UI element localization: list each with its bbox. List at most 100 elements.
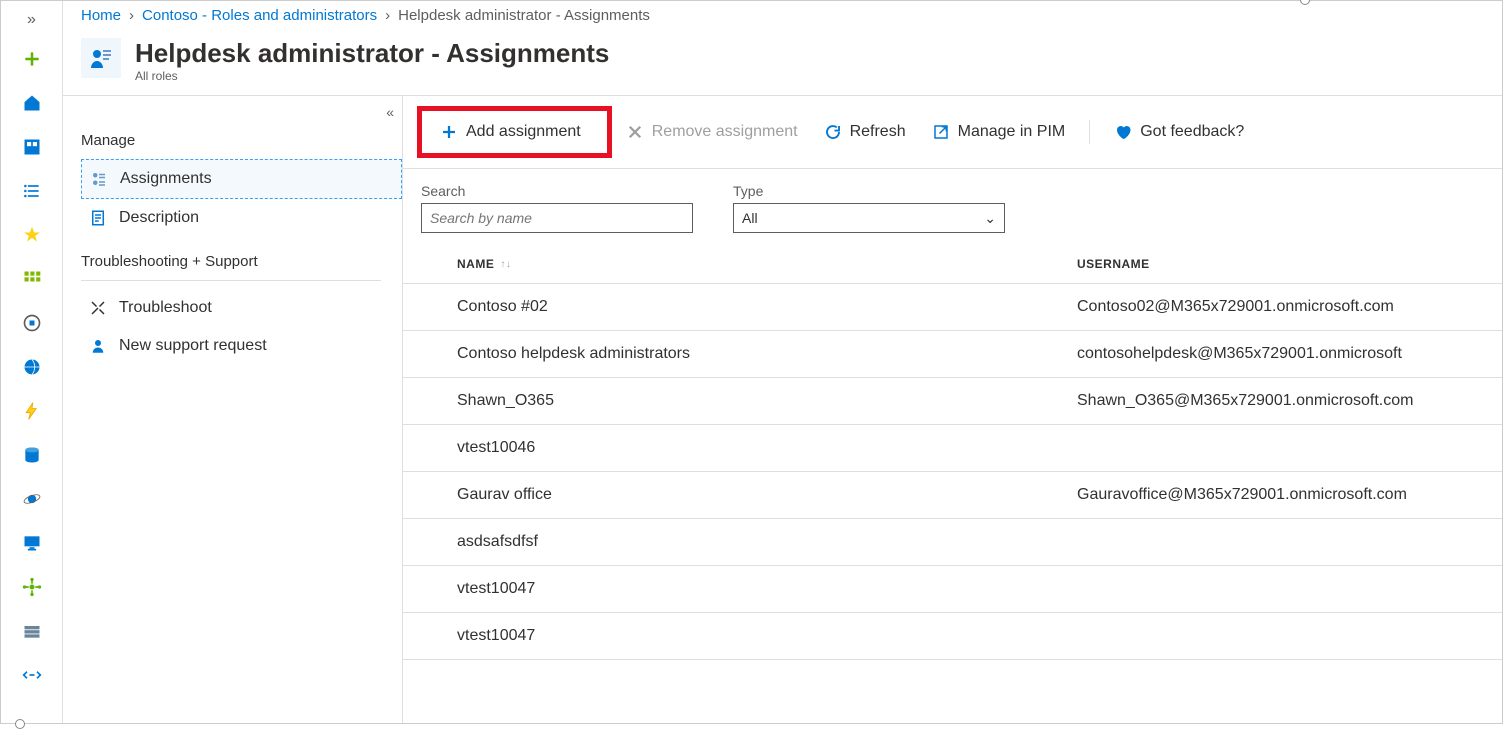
support-icon bbox=[89, 337, 107, 355]
manage-pim-button[interactable]: Manage in PIM bbox=[920, 117, 1078, 147]
cell-username: Shawn_O365@M365x729001.onmicrosoft.com bbox=[1077, 392, 1484, 410]
search-input[interactable] bbox=[421, 203, 693, 233]
breadcrumb-separator: › bbox=[385, 7, 390, 24]
rail-vm-icon[interactable] bbox=[14, 529, 50, 557]
menu-label: Assignments bbox=[120, 170, 212, 188]
table-row[interactable]: Contoso helpdesk administratorscontosohe… bbox=[403, 331, 1502, 378]
menu-label: Troubleshoot bbox=[119, 299, 212, 317]
page-title: Helpdesk administrator - Assignments bbox=[135, 38, 609, 69]
left-nav-rail: » bbox=[1, 1, 63, 723]
menu-item-new-support[interactable]: New support request bbox=[81, 327, 402, 365]
cell-username: contosohelpdesk@M365x729001.onmicrosoft bbox=[1077, 345, 1484, 363]
content-pane: Add assignment Remove assignment Refresh… bbox=[403, 96, 1502, 723]
rail-expand-icon[interactable]: » bbox=[27, 11, 36, 29]
sort-icon[interactable]: ↑↓ bbox=[500, 259, 511, 270]
filter-bar: Search Type All ⌄ bbox=[403, 169, 1502, 241]
cell-name: vtest10046 bbox=[457, 439, 1077, 457]
cell-username bbox=[1077, 580, 1484, 598]
remove-assignment-button[interactable]: Remove assignment bbox=[614, 117, 810, 147]
menu-label: New support request bbox=[119, 337, 267, 355]
cell-name: vtest10047 bbox=[457, 580, 1077, 598]
type-select[interactable]: All ⌄ bbox=[733, 203, 1005, 233]
button-label: Refresh bbox=[850, 123, 906, 141]
rail-all-resources-icon[interactable] bbox=[14, 265, 50, 293]
rail-create-icon[interactable] bbox=[14, 45, 50, 73]
page-subtitle: All roles bbox=[135, 69, 609, 83]
rail-home-icon[interactable] bbox=[14, 89, 50, 117]
rail-list-icon[interactable] bbox=[14, 177, 50, 205]
table-row[interactable]: vtest10047 bbox=[403, 566, 1502, 613]
cell-username bbox=[1077, 627, 1484, 645]
menu-item-description[interactable]: Description bbox=[81, 199, 402, 237]
rail-storage-icon[interactable] bbox=[14, 617, 50, 645]
window-resize-handle-bottom[interactable] bbox=[15, 719, 25, 729]
chevron-down-icon: ⌄ bbox=[984, 210, 996, 227]
plus-icon bbox=[440, 123, 458, 141]
breadcrumb-roles[interactable]: Contoso - Roles and administrators bbox=[142, 7, 377, 24]
description-icon bbox=[89, 209, 107, 227]
type-label: Type bbox=[733, 183, 1005, 199]
command-bar: Add assignment Remove assignment Refresh… bbox=[403, 96, 1502, 169]
menu-heading-manage: Manage bbox=[81, 132, 402, 149]
cell-name: Shawn_O365 bbox=[457, 392, 1077, 410]
search-label: Search bbox=[421, 183, 693, 199]
table-row[interactable]: Contoso #02Contoso02@M365x729001.onmicro… bbox=[403, 284, 1502, 331]
menu-item-assignments[interactable]: Assignments bbox=[81, 159, 402, 199]
rail-load-balancer-icon[interactable] bbox=[14, 573, 50, 601]
refresh-icon bbox=[824, 123, 842, 141]
x-icon bbox=[626, 123, 644, 141]
rail-app-services-icon[interactable] bbox=[14, 353, 50, 381]
type-value: All bbox=[742, 210, 758, 226]
menu-label: Description bbox=[119, 209, 199, 227]
tools-icon bbox=[89, 299, 107, 317]
rail-favorites-icon[interactable] bbox=[14, 221, 50, 249]
button-label: Add assignment bbox=[466, 123, 581, 141]
cell-name: Gaurav office bbox=[457, 486, 1077, 504]
heart-icon bbox=[1114, 123, 1132, 141]
cell-name: asdsafsdfsf bbox=[457, 533, 1077, 551]
rail-sql-icon[interactable] bbox=[14, 441, 50, 469]
button-label: Remove assignment bbox=[652, 123, 798, 141]
page-header: Helpdesk administrator - Assignments All… bbox=[63, 30, 1502, 96]
table-header-row: NAME ↑↓ USERNAME bbox=[403, 241, 1502, 284]
cell-username: Gauravoffice@M365x729001.onmicrosoft.com bbox=[1077, 486, 1484, 504]
toolbar-separator bbox=[1089, 120, 1090, 144]
rail-functions-icon[interactable] bbox=[14, 397, 50, 425]
rail-network-icon[interactable] bbox=[14, 661, 50, 689]
resource-menu: « Manage Assignments Description Trouble… bbox=[63, 96, 403, 723]
cell-name: vtest10047 bbox=[457, 627, 1077, 645]
breadcrumb-separator: › bbox=[129, 7, 134, 24]
menu-collapse-icon[interactable]: « bbox=[386, 104, 394, 120]
breadcrumb-current: Helpdesk administrator - Assignments bbox=[398, 7, 650, 24]
cell-name: Contoso #02 bbox=[457, 298, 1077, 316]
col-header-username[interactable]: USERNAME bbox=[1077, 257, 1484, 271]
refresh-button[interactable]: Refresh bbox=[812, 117, 918, 147]
table-row[interactable]: asdsafsdfsf bbox=[403, 519, 1502, 566]
feedback-button[interactable]: Got feedback? bbox=[1102, 117, 1256, 147]
assignments-icon bbox=[90, 170, 108, 188]
cell-username bbox=[1077, 439, 1484, 457]
cell-username: Contoso02@M365x729001.onmicrosoft.com bbox=[1077, 298, 1484, 316]
table-row[interactable]: Shawn_O365Shawn_O365@M365x729001.onmicro… bbox=[403, 378, 1502, 425]
table-row[interactable]: vtest10046 bbox=[403, 425, 1502, 472]
breadcrumb: Home › Contoso - Roles and administrator… bbox=[63, 1, 1502, 30]
add-assignment-button[interactable]: Add assignment bbox=[428, 117, 593, 147]
highlight-box: Add assignment bbox=[417, 106, 612, 158]
menu-heading-troubleshoot: Troubleshooting + Support bbox=[81, 253, 402, 270]
menu-divider bbox=[81, 280, 381, 281]
table-row[interactable]: vtest10047 bbox=[403, 613, 1502, 660]
cell-username bbox=[1077, 533, 1484, 551]
rail-resource-groups-icon[interactable] bbox=[14, 309, 50, 337]
menu-item-troubleshoot[interactable]: Troubleshoot bbox=[81, 289, 402, 327]
button-label: Got feedback? bbox=[1140, 123, 1244, 141]
col-header-name[interactable]: NAME bbox=[457, 257, 494, 271]
external-link-icon bbox=[932, 123, 950, 141]
table-row[interactable]: Gaurav officeGauravoffice@M365x729001.on… bbox=[403, 472, 1502, 519]
cell-name: Contoso helpdesk administrators bbox=[457, 345, 1077, 363]
button-label: Manage in PIM bbox=[958, 123, 1066, 141]
breadcrumb-home[interactable]: Home bbox=[81, 7, 121, 24]
rail-dashboard-icon[interactable] bbox=[14, 133, 50, 161]
table-body: Contoso #02Contoso02@M365x729001.onmicro… bbox=[403, 284, 1502, 723]
role-icon bbox=[81, 38, 121, 78]
rail-cosmos-icon[interactable] bbox=[14, 485, 50, 513]
